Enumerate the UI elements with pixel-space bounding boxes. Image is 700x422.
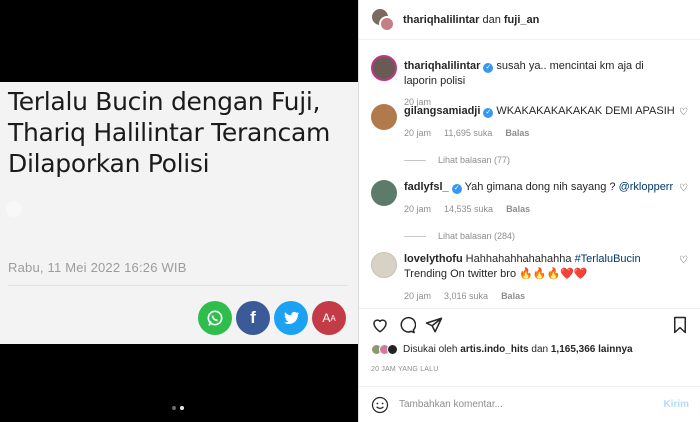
reply-button[interactable]: Balas [505,126,529,141]
comment-time[interactable]: 20 jam [404,202,431,217]
post-header: thariqhalilintar dan fuji_an [359,0,700,40]
comment-time[interactable]: 20 jam [404,289,431,304]
font-size-icon: A [322,311,331,325]
avatar[interactable] [371,180,397,206]
heart-icon[interactable] [371,316,389,334]
liker-username[interactable]: artis.indo_hits [460,344,528,355]
comment-text: WKAKAKAKAKAKAK DEMI APASIH [496,105,675,117]
avatar [387,344,398,355]
comment-likes[interactable]: 14,535 suka [444,202,493,217]
carousel-prev-icon[interactable] [6,201,22,217]
view-replies-button[interactable]: Lihat balasan (77) [404,153,676,168]
facebook-share-button[interactable]: f [236,301,270,335]
comment-text-end: Trending On twitter bro 🔥🔥🔥❤️❤️ [404,268,588,280]
comment-text: Hahhahahhahahahha [465,253,572,265]
add-comment-bar: Kirim [359,386,700,422]
twitter-icon [284,311,300,324]
heart-icon[interactable]: ♡ [679,184,689,194]
comment-username[interactable]: thariqhalilintar [404,60,480,72]
author-joiner: dan [482,13,501,26]
font-size-icon-small: A [330,313,336,323]
hashtag-link[interactable]: #TerlaluBucin [575,253,641,265]
comment-username[interactable]: fadlyfsl_ [404,181,449,193]
heart-icon[interactable]: ♡ [679,256,689,266]
comment-text: Yah gimana dong nih sayang ? [464,181,616,193]
whatsapp-icon [207,310,223,326]
likes-count[interactable]: 1,165,366 lainnya [551,344,633,355]
article-screenshot: Terlalu Bucin dengan Fuji, Thariq Halili… [0,82,358,344]
comments-panel: thariqhalilintar dan fuji_an thariqhalil… [358,0,700,422]
facebook-icon: f [250,308,256,327]
carousel-indicator [172,406,184,410]
mention-link[interactable]: @rklopperr [619,181,674,193]
article-date: Rabu, 11 Mei 2022 16:26 WIB [8,260,187,275]
post-actions [371,316,689,336]
view-replies-button[interactable]: Lihat balasan (284) [404,229,676,244]
likes-text: Disukai oleh artis.indo_hits dan 1,165,3… [403,344,633,355]
verified-icon: ✓ [451,184,462,194]
comment-likes[interactable]: 3,016 suka [444,289,488,304]
whatsapp-share-button[interactable] [198,301,232,335]
avatar[interactable] [371,104,397,130]
section-divider [359,308,700,309]
share-icon[interactable] [425,316,443,334]
twitter-share-button[interactable] [274,301,308,335]
carousel-dot [172,406,176,410]
article-divider [8,285,348,286]
article-headline: Terlalu Bucin dengan Fuji, Thariq Halili… [8,87,331,178]
reply-button[interactable]: Balas [501,289,525,304]
comment-username[interactable]: lovelythofu [404,253,463,265]
post-comment-button[interactable]: Kirim [663,399,689,410]
avatar[interactable] [371,55,397,81]
author-username[interactable]: thariqhalilintar [403,14,479,26]
post-authors: thariqhalilintar dan fuji_an [403,14,539,26]
bookmark-icon[interactable] [671,316,689,334]
reply-button[interactable]: Balas [506,202,530,217]
verified-icon: ✓ [483,63,494,73]
share-buttons: f AA [198,301,346,335]
comment-likes[interactable]: 11,695 suka [444,126,492,141]
avatar [379,15,395,32]
collab-avatars[interactable] [371,7,395,32]
emoji-icon[interactable] [371,396,389,414]
author-username[interactable]: fuji_an [504,14,539,26]
view-replies-label: Lihat balasan (77) [438,155,511,165]
comment-time[interactable]: 20 jam [404,126,431,141]
comment-input[interactable] [399,399,664,410]
likes-summary[interactable]: Disukai oleh artis.indo_hits dan 1,165,3… [371,344,633,355]
verified-icon: ✓ [483,108,494,118]
view-replies-label: Lihat balasan (284) [438,231,516,241]
avatar[interactable] [371,252,397,278]
heart-icon[interactable]: ♡ [679,108,689,118]
post-media[interactable]: Terlalu Bucin dengan Fuji, Thariq Halili… [0,0,358,422]
post-timestamp[interactable]: 20 JAM YANG LALU [371,366,439,373]
comment-icon[interactable] [398,316,416,334]
font-size-button[interactable]: AA [312,301,346,335]
carousel-dot-active [180,406,184,410]
comment-username[interactable]: gilangsamiadji [404,105,480,117]
